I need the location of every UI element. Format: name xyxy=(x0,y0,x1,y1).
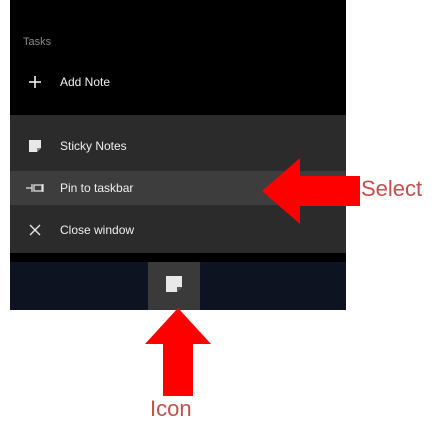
add-note-item[interactable]: Add Note xyxy=(10,62,346,102)
jump-list: Tasks Add Note Sticky Notes Pin to taskb… xyxy=(10,0,346,310)
select-annotation: Select xyxy=(361,176,423,201)
icon-arrow xyxy=(145,308,211,396)
sticky-notes-icon xyxy=(18,140,52,152)
icon-annotation: Icon xyxy=(150,396,192,421)
taskbar xyxy=(10,262,346,310)
close-icon xyxy=(18,224,52,236)
select-arrow xyxy=(262,158,360,224)
sticky-notes-label: Sticky Notes xyxy=(60,139,127,153)
add-note-label: Add Note xyxy=(60,75,111,89)
sticky-notes-taskbar-button[interactable] xyxy=(148,262,200,310)
page: Tasks Add Note Sticky Notes Pin to taskb… xyxy=(0,0,446,426)
tasks-section-header: Tasks xyxy=(23,36,52,48)
plus-icon xyxy=(18,75,52,89)
pin-icon xyxy=(18,182,52,194)
close-window-label: Close window xyxy=(60,223,135,237)
pin-to-taskbar-label: Pin to taskbar xyxy=(60,181,134,195)
sticky-notes-icon xyxy=(166,275,182,297)
